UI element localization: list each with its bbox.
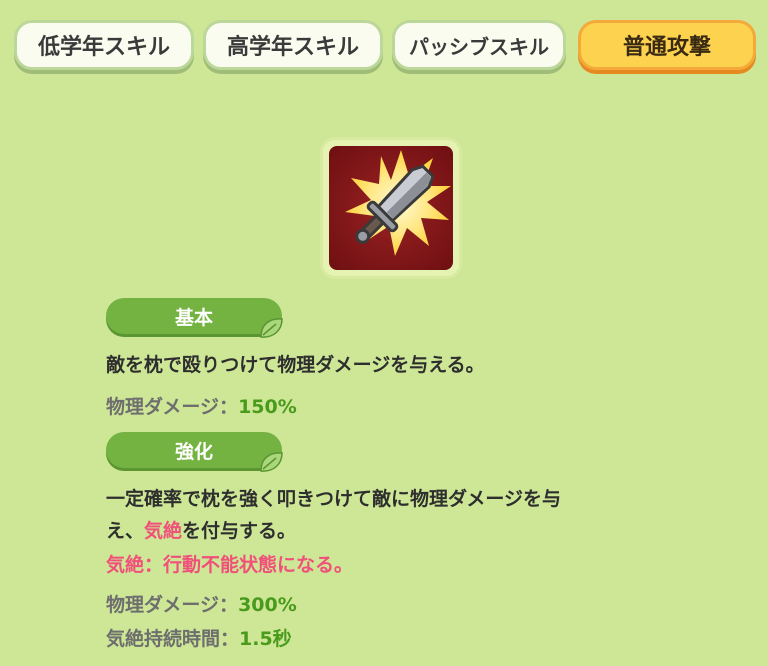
enhanced-description-line1: 一定確率で枕を強く叩きつけて敵に物理ダメージを与 (106, 488, 562, 510)
tab-label: パッシブスキル (409, 34, 549, 59)
tab-label: 高学年スキル (226, 35, 359, 60)
stat-label: 気絶持続時間： (106, 628, 240, 650)
tab-normal-attack[interactable]: 普通攻撃 (578, 20, 756, 70)
enhanced-description-line2: え、気絶を付与する。 (106, 516, 296, 543)
leaf-icon (260, 318, 283, 338)
stat-label: 物理ダメージ： (106, 594, 239, 616)
text-prefix: え、 (106, 520, 145, 542)
tab-label: 普通攻撃 (622, 35, 711, 60)
tab-label: 低学年スキル (37, 35, 170, 60)
enhanced-stat-row-damage: 物理ダメージ：300% (106, 590, 297, 617)
status-keyword: 気絶 (144, 520, 183, 542)
tab-lower-grade-skill[interactable]: 低学年スキル (14, 20, 194, 70)
enhanced-stat-row-duration: 気絶持続時間：1.5秒 (106, 624, 292, 651)
basic-stat-row: 物理ダメージ：150% (106, 392, 297, 419)
stat-value: 1.5秒 (239, 628, 292, 650)
sword-icon (329, 146, 453, 270)
section-title: 基本 (174, 306, 213, 329)
stat-label: 物理ダメージ： (106, 396, 239, 418)
tab-passive-skill[interactable]: パッシブスキル (392, 20, 566, 70)
tab-bar: 低学年スキル 高学年スキル パッシブスキル 普通攻撃 (0, 0, 768, 90)
enhanced-section-header: 強化 (106, 432, 283, 472)
leaf-icon (260, 452, 283, 472)
basic-description: 敵を枕で殴りつけて物理ダメージを与える。 (106, 354, 485, 376)
skill-icon-frame (323, 140, 459, 276)
stat-value: 300% (238, 594, 297, 616)
basic-section-header: 基本 (106, 298, 283, 338)
tab-upper-grade-skill[interactable]: 高学年スキル (203, 20, 383, 70)
status-note: 気絶：行動不能状態になる。 (106, 554, 354, 576)
stat-value: 150% (238, 396, 297, 418)
section-title: 強化 (174, 440, 213, 463)
text-suffix: を付与する。 (182, 520, 297, 542)
